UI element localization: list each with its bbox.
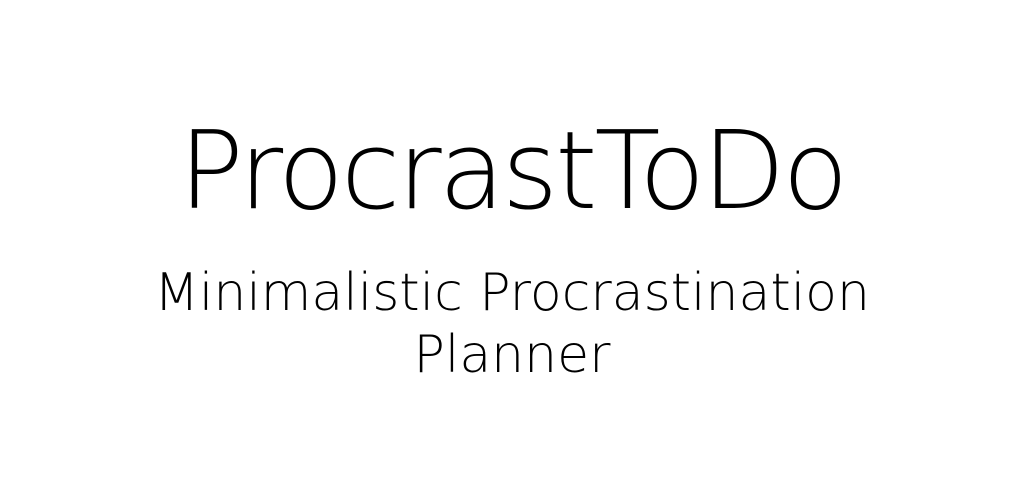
subtitle-line-1: Minimalistic Procrastination bbox=[154, 263, 870, 323]
feature-banner: ProcrastToDo Minimalistic Procrastinatio… bbox=[0, 0, 1024, 500]
app-subtitle: Minimalistic Procrastination Planner bbox=[0, 262, 1024, 386]
app-title: ProcrastToDo bbox=[178, 109, 849, 234]
subtitle-line-2: Planner bbox=[413, 325, 611, 385]
